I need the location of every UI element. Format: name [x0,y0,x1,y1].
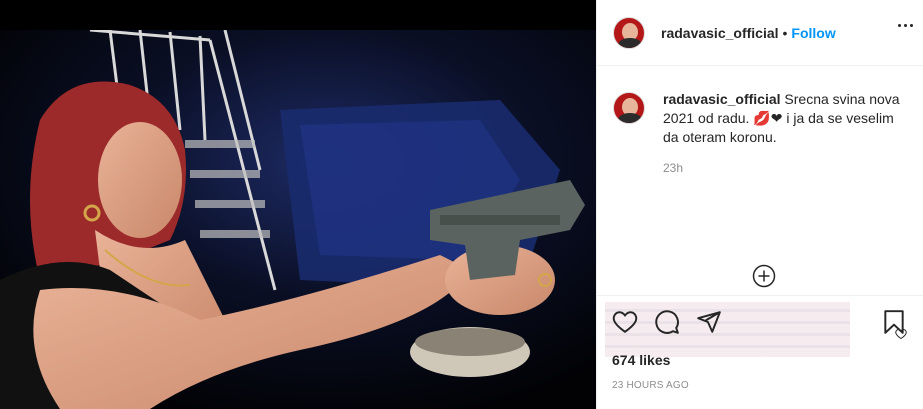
avatar-body [618,37,642,48]
post-actions: 674 likes 23 HOURS AGO [596,296,923,391]
likes-count[interactable]: 674 likes [612,352,907,368]
action-icons [612,308,907,336]
follow-button[interactable]: Follow [791,25,835,41]
load-more-comments-icon[interactable] [752,264,776,288]
caption-avatar[interactable] [613,92,645,124]
posted-time[interactable]: 23 HOURS AGO [612,380,907,391]
like-heart-icon[interactable] [612,309,638,335]
save-bookmark-icon[interactable] [881,309,907,335]
header-separator: • [782,24,788,41]
comment-icon[interactable] [654,309,680,335]
post-photo[interactable] [0,30,596,409]
header-username[interactable]: radavasic_official [661,25,779,41]
caption-time: 23h [663,161,684,175]
more-options-icon[interactable] [898,24,913,27]
post-media[interactable] [0,0,596,409]
caption-avatar-body [618,113,642,123]
comments-section: radavasic_official Srecna svina nova 202… [597,66,923,357]
share-icon[interactable] [696,309,722,335]
caption-row: radavasic_official Srecna svina nova 202… [613,90,907,147]
photo-illustration [0,30,596,409]
media-top-bar [0,0,596,30]
avatar[interactable] [613,16,645,49]
caption-username[interactable]: radavasic_official [663,91,781,107]
post-header: radavasic_official • Follow [597,0,923,66]
caption: radavasic_official Srecna svina nova 202… [663,90,903,147]
